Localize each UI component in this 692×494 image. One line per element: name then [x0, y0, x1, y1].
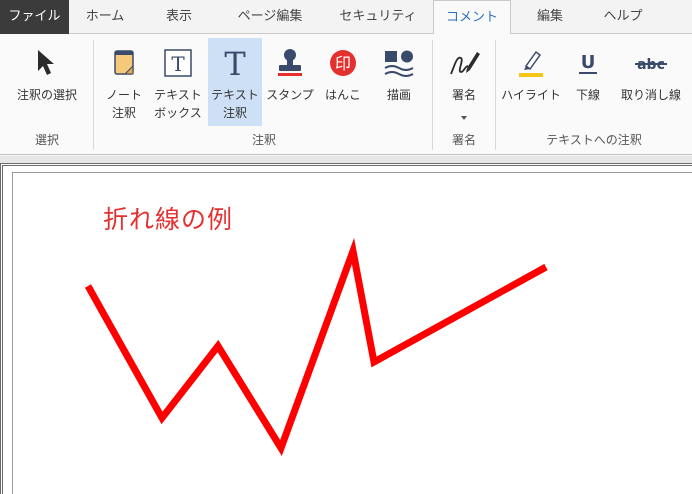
polyline-annotation[interactable] — [84, 237, 548, 456]
polyline-annotation-layer — [84, 237, 548, 456]
